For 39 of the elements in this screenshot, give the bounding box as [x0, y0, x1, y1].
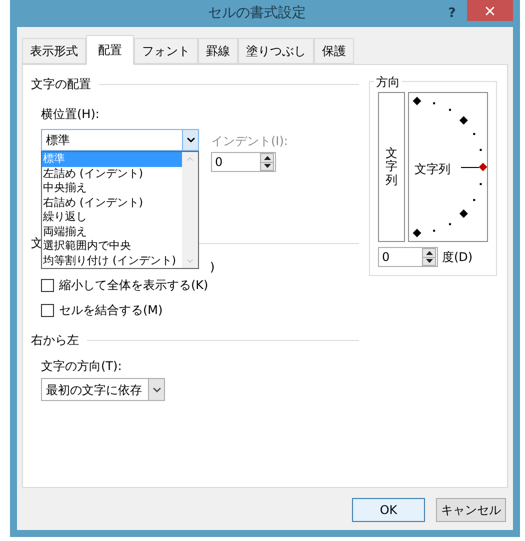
dialog-button[interactable]: OK — [352, 498, 425, 522]
tab[interactable]: 保護 — [314, 38, 354, 64]
window-title: セルの書式設定 — [207, 4, 307, 23]
direction-dropdown[interactable]: 最初の文字に依存 — [41, 378, 165, 401]
tab[interactable]: フォント — [134, 38, 198, 64]
group-heading: 文字の配置 — [31, 76, 91, 93]
dropdown-option[interactable]: 選択範囲内で中央 — [42, 239, 182, 254]
scrollbar[interactable] — [182, 152, 198, 268]
dropdown-option[interactable]: 右詰め (インデント) — [42, 196, 182, 210]
field-label: 横位置(H): — [41, 107, 100, 121]
close-button[interactable] — [467, 0, 513, 21]
help-button[interactable]: ? — [437, 4, 467, 24]
orientation-dial[interactable]: 文字列 — [408, 92, 488, 242]
vertical-text-option[interactable]: 文字列 — [378, 92, 405, 242]
dialog-button[interactable]: キャンセル — [436, 498, 506, 522]
checkbox-label: ) — [210, 260, 215, 274]
tab[interactable]: 配置 — [86, 35, 134, 65]
degrees-field[interactable]: 0 — [378, 247, 438, 267]
group-heading: 右から左 — [31, 332, 79, 349]
dial-text: 文字列 — [414, 161, 451, 178]
checkbox-label: セルを結合する(M) — [59, 302, 163, 319]
dropdown-option[interactable]: 中央揃え — [42, 181, 182, 196]
field-label: インデント(I): — [211, 133, 288, 150]
tab[interactable]: 罫線 — [198, 38, 238, 64]
dropdown-option[interactable]: 繰り返し — [42, 210, 182, 224]
dropdown-option[interactable]: 均等割り付け (インデント) — [42, 254, 182, 268]
spin-down-icon[interactable] — [423, 258, 435, 265]
tab[interactable]: 表示形式 — [22, 38, 86, 64]
group-heading: 文 — [31, 235, 43, 252]
horizontal-dropdown[interactable]: 標準 — [41, 129, 199, 151]
spin-down-icon[interactable] — [261, 162, 273, 170]
checkbox[interactable] — [41, 304, 54, 316]
dropdown-option[interactable]: 左詰め (インデント) — [42, 166, 182, 181]
dropdown-option[interactable]: 両端揃え — [42, 224, 182, 239]
tab[interactable]: 塗りつぶし — [238, 38, 314, 64]
degrees-label: 度(D) — [442, 249, 473, 266]
field-label: 文字の方向(T): — [41, 358, 123, 375]
checkbox[interactable] — [41, 278, 54, 292]
checkbox-label: 縮小して全体を表示する(K) — [59, 277, 208, 294]
